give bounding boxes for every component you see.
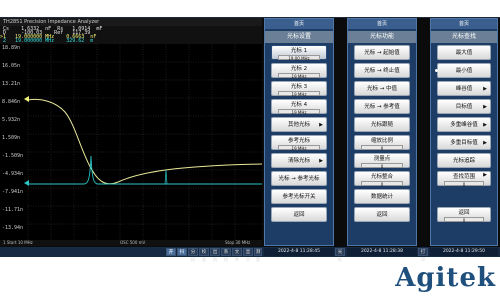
y-axis-label: -4.934n [2, 171, 24, 177]
marker-tracking-button[interactable]: 光标跟随 [354, 117, 410, 132]
marker-3-button[interactable]: 光标 3 19 MHz [271, 81, 327, 97]
selected-dot-icon [435, 69, 438, 72]
marker-1-button[interactable]: 光标 1 19.00 MHz [271, 45, 327, 61]
search-range-button[interactable]: 查找范围 0 ▶ [437, 171, 491, 187]
tab-output[interactable]: 出具 [210, 248, 220, 263]
back-button[interactable]: 返回 [354, 207, 410, 222]
min-value-button[interactable]: 最小值 [435, 63, 491, 78]
plot-graph [24, 44, 263, 240]
trace-plot[interactable]: 18.89n 16.05n 13.21n 8.846n 5.932n 1.509… [0, 44, 263, 240]
zoom-scale-button[interactable]: 缩放比例 0 [354, 135, 410, 151]
other-markers-button[interactable]: 其他光标 ▶ [271, 117, 327, 132]
multi-peak-valley-button[interactable]: 多重峰谷值 ▶ [437, 117, 491, 132]
back-button[interactable]: 返回 0 [437, 207, 491, 223]
marker-search-panel: 首页 光标查找 最大值 最小值 峰谷值 ▶ 目标值 ▶ 多重峰谷值 ▶ 多重目标值 ▶ … [430, 18, 498, 246]
marker-integration-button[interactable]: 光标整合 0 [354, 171, 410, 187]
marker-to-start-button[interactable]: 光标 → 起始值 [354, 45, 410, 60]
marker-to-center-button[interactable]: 光标 → 中值 [354, 81, 410, 96]
tab-system[interactable]: 系统 [221, 248, 231, 263]
tab-measure[interactable]: 测量 [254, 248, 262, 263]
tab-print[interactable]: 打印 [418, 248, 428, 263]
softkey-taskbar: 开始 扫描 分段 校准 出具 系统 文件 显示 测量 光标 打印 2022-4-… [0, 247, 500, 263]
start-frequency: 1 Start 10 MHz [3, 240, 33, 245]
osc-level: OSC 500 mV [120, 240, 146, 245]
arrow-right-icon: ▶ [319, 122, 323, 128]
y-axis-label: 16.05n [2, 63, 21, 69]
arrow-right-icon: ▶ [483, 122, 487, 128]
arrow-right-icon: ▶ [319, 158, 323, 164]
y-axis-label: -7.941n [2, 189, 24, 195]
y-axis-label: 1.509n [2, 135, 21, 141]
panel-home-tab[interactable]: 首页 [348, 19, 416, 29]
measure-point-button[interactable]: 测量点 0 [354, 153, 410, 169]
clear-markers-button[interactable]: 清除光标 ▶ [271, 153, 327, 168]
tab-sweep[interactable]: 扫描 [177, 248, 187, 263]
y-axis-label: -13.94n [2, 225, 24, 231]
y-axis-label: 5.932n [2, 117, 21, 123]
marker-readout: Cs 1.6332 nF Rs 1.0914 mF D -100.03 Ref … [0, 26, 262, 44]
arrow-right-icon: ▶ [483, 172, 487, 178]
clock: 2022-4-8 11:28:45 [264, 248, 334, 256]
arrow-right-icon: ▶ [483, 86, 487, 92]
y-axis-label: -1.509n [2, 153, 24, 159]
tab-segment[interactable]: 分段 [188, 248, 198, 263]
marker-4-button[interactable]: 光标 4 19 MHz [271, 99, 327, 115]
marker-to-reference-value-button[interactable]: 光标 → 参考值 [354, 99, 410, 114]
clock: 2022-4-8 11:29:50 [430, 248, 498, 256]
marker-setup-panel: 首页 光标设置 光标 1 19.00 MHz 光标 2 19 MHz 光标 3 19 … [264, 18, 334, 246]
panel-home-tab[interactable]: 首页 [265, 19, 333, 29]
tab-display[interactable]: 显示 [243, 248, 253, 263]
stop-frequency: Stop 30 MHz [225, 240, 251, 245]
panel-home-tab[interactable]: 首页 [431, 19, 497, 29]
panel-title: 光标查找 [431, 31, 497, 43]
back-button[interactable]: 返回 [271, 207, 327, 222]
marker-to-stop-button[interactable]: 光标 → 终止值 [354, 63, 410, 78]
y-axis-label: -11.71n [2, 207, 24, 213]
arrow-right-icon: ▶ [483, 140, 487, 146]
target-value-button[interactable]: 目标值 ▶ [437, 99, 491, 114]
sweep-status-bar: 1 Start 10 MHz OSC 500 mV Stop 30 MHz [0, 240, 262, 246]
panel-title: 光标功能 [348, 31, 416, 43]
y-axis-label: 18.89n [2, 45, 21, 51]
panel-title: 光标设置 [265, 31, 333, 43]
marker-trace-button[interactable]: 光标追踪 [437, 153, 491, 168]
reference-marker-button[interactable]: 参考光标 19 MHz [271, 135, 327, 151]
tab-marker[interactable]: 光标 [335, 248, 345, 263]
y-axis-label: 8.846n [2, 99, 21, 105]
marker-to-reference-button[interactable]: 光标 → 参考光标 [271, 171, 327, 186]
window-title: TH2851 Precision Impedance Analyzer [0, 18, 262, 26]
y-axis-label: 13.21n [2, 81, 21, 87]
data-statistics-button[interactable]: 数据统计 [354, 189, 410, 204]
marker-2-button[interactable]: 光标 2 19 MHz [271, 63, 327, 79]
brand-logo: Agitek [395, 263, 496, 293]
clock: 2022-4-8 11:28:38 [347, 248, 417, 256]
marker-function-panel: 首页 光标功能 光标 → 起始值 光标 → 终止值 光标 → 中值 光标 → 参… [347, 18, 417, 246]
reference-marker-toggle[interactable]: 参考光标开关 [271, 189, 327, 204]
tab-start[interactable]: 开始 [166, 248, 176, 263]
tab-calibrate[interactable]: 校准 [199, 248, 209, 263]
tab-file[interactable]: 文件 [232, 248, 242, 263]
peak-valley-button[interactable]: 峰谷值 ▶ [437, 81, 491, 96]
analyzer-window: TH2851 Precision Impedance Analyzer Cs 1… [0, 17, 500, 263]
multi-target-button[interactable]: 多重目标值 ▶ [437, 135, 491, 150]
max-value-button[interactable]: 最大值 [437, 45, 491, 60]
arrow-right-icon: ▶ [483, 104, 487, 110]
